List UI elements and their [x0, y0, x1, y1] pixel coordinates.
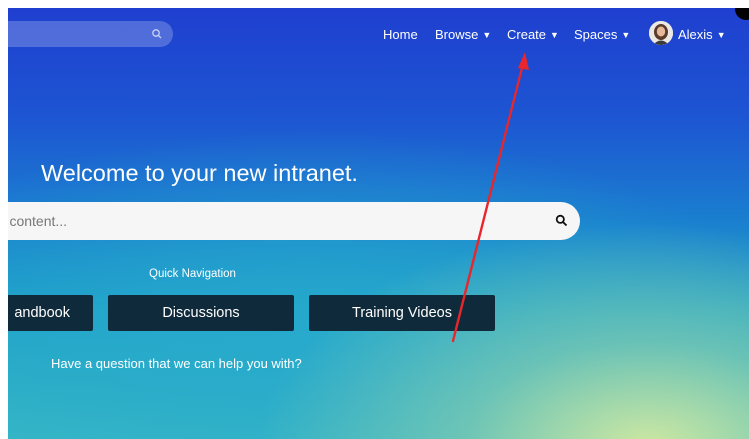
- quick-navigation-label: Quick Navigation: [149, 268, 236, 280]
- button-label: Training Videos: [352, 305, 452, 321]
- button-label: Discussions: [162, 305, 240, 321]
- help-prompt: Have a question that we can help you wit…: [51, 356, 302, 371]
- top-navigation: Home Browse ▼ Create ▼ Spaces ▼ Alexis ▼: [8, 8, 749, 60]
- caret-down-icon: ▼: [550, 30, 559, 40]
- nav-home-label: Home: [383, 27, 418, 42]
- quick-nav-training-videos-button[interactable]: Training Videos: [309, 295, 495, 331]
- intranet-homepage: Home Browse ▼ Create ▼ Spaces ▼ Alexis ▼ Wel…: [8, 8, 749, 439]
- caret-down-icon: ▼: [621, 30, 631, 40]
- button-label: andbook: [14, 305, 70, 321]
- nav-browse[interactable]: Browse ▼: [435, 27, 491, 42]
- content-search-input[interactable]: [8, 202, 528, 240]
- nav-user-menu[interactable]: Alexis ▼: [678, 27, 726, 42]
- content-search-bar: [8, 202, 580, 240]
- nav-create[interactable]: Create ▼: [507, 27, 559, 42]
- caret-down-icon: ▼: [716, 30, 726, 40]
- nav-create-label: Create: [507, 27, 547, 42]
- avatar[interactable]: [649, 21, 673, 45]
- search-icon[interactable]: [555, 214, 568, 232]
- nav-spaces[interactable]: Spaces ▼: [574, 27, 630, 42]
- quick-nav-discussions-button[interactable]: Discussions: [108, 295, 294, 331]
- nav-user-label: Alexis: [678, 27, 713, 42]
- caret-down-icon: ▼: [482, 30, 492, 40]
- page-title: Welcome to your new intranet.: [41, 160, 358, 186]
- nav-home[interactable]: Home: [383, 27, 418, 42]
- nav-spaces-label: Spaces: [574, 27, 618, 42]
- nav-browse-label: Browse: [435, 27, 479, 42]
- quick-nav-handbook-button[interactable]: andbook: [8, 295, 93, 331]
